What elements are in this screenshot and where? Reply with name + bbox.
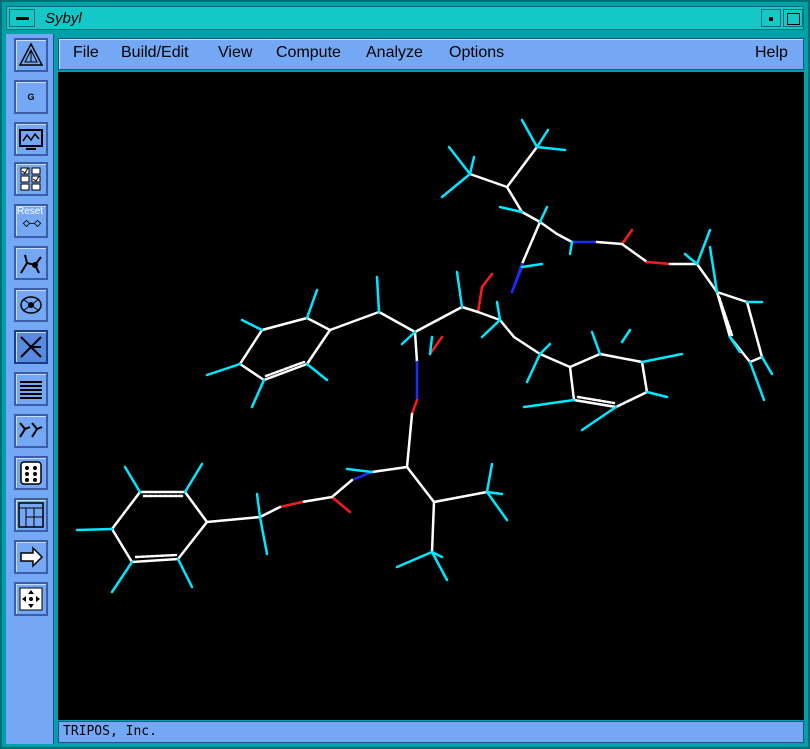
tool-move[interactable]: [14, 582, 48, 616]
left-toolbar: G Reset: [6, 34, 54, 744]
window-title: Sybyl: [45, 10, 82, 27]
tool-bond-select[interactable]: [14, 330, 48, 364]
bottom-chain: [205, 465, 489, 554]
tripos-logo-icon: [18, 42, 44, 66]
menu-help[interactable]: Help: [755, 44, 788, 62]
tool-monitor[interactable]: [14, 122, 48, 156]
layers-icon: [20, 381, 42, 399]
menu-options[interactable]: Options: [449, 44, 504, 62]
title-bar[interactable]: Sybyl: [6, 6, 804, 30]
menu-bar: File Build/Edit View Compute Analyze Opt…: [58, 38, 804, 70]
top-tbutyl: [468, 145, 559, 266]
tool-tripos[interactable]: [14, 38, 48, 72]
checklist-icon: [20, 167, 41, 191]
g-icon: G: [27, 92, 35, 102]
tool-atom-label[interactable]: [14, 288, 48, 322]
reset-view-icon: [22, 219, 42, 228]
tool-grid-dots[interactable]: [14, 456, 48, 490]
menu-view[interactable]: View: [218, 44, 252, 62]
maximize-icon: [787, 13, 800, 25]
compare-molecules-icon: [19, 422, 43, 438]
status-text: TRIPOS, Inc.: [63, 724, 157, 739]
export-arrow-icon: [20, 546, 44, 568]
sybyl-window: Sybyl G Reset File Build/Edit View Compu…: [0, 0, 810, 749]
monitor-icon: [19, 129, 43, 150]
menu-compute[interactable]: Compute: [276, 44, 341, 62]
status-bar: TRIPOS, Inc.: [58, 721, 804, 743]
move-arrows-icon: [19, 587, 43, 611]
menu-analyze[interactable]: Analyze: [366, 44, 423, 62]
bond-select-icon: [20, 336, 42, 358]
molecule-structure: [75, 118, 774, 594]
window-menu-icon: [16, 17, 29, 20]
tool-reset[interactable]: Reset: [14, 204, 48, 238]
window-menu-button[interactable]: [9, 9, 35, 27]
atom-label-icon: [20, 296, 42, 314]
tool-rotate[interactable]: [14, 246, 48, 280]
bottom-left-phenyl-ring: [110, 490, 209, 564]
spreadsheet-icon: [18, 502, 44, 528]
minimize-icon: [769, 17, 773, 21]
maximize-button[interactable]: [783, 9, 803, 27]
hydrogen-atoms: [75, 118, 774, 594]
menu-build-edit[interactable]: Build/Edit: [121, 44, 189, 62]
middle-phenyl-ring: [568, 352, 649, 409]
tool-checklist[interactable]: [14, 162, 48, 196]
top-carbamate: [555, 228, 699, 266]
grid-dots-icon: [20, 461, 42, 485]
menu-file[interactable]: File: [73, 44, 99, 62]
minimize-button[interactable]: [761, 9, 781, 27]
tool-layers[interactable]: [14, 372, 48, 406]
molecule-viewport[interactable]: [58, 72, 804, 720]
tool-export[interactable]: [14, 540, 48, 574]
tool-spreadsheet[interactable]: [14, 498, 48, 532]
tool-g[interactable]: G: [14, 80, 48, 114]
molecule-rotate-icon: [20, 254, 42, 274]
tool-compare[interactable]: [14, 414, 48, 448]
right-phenyl-ring: [695, 262, 764, 364]
